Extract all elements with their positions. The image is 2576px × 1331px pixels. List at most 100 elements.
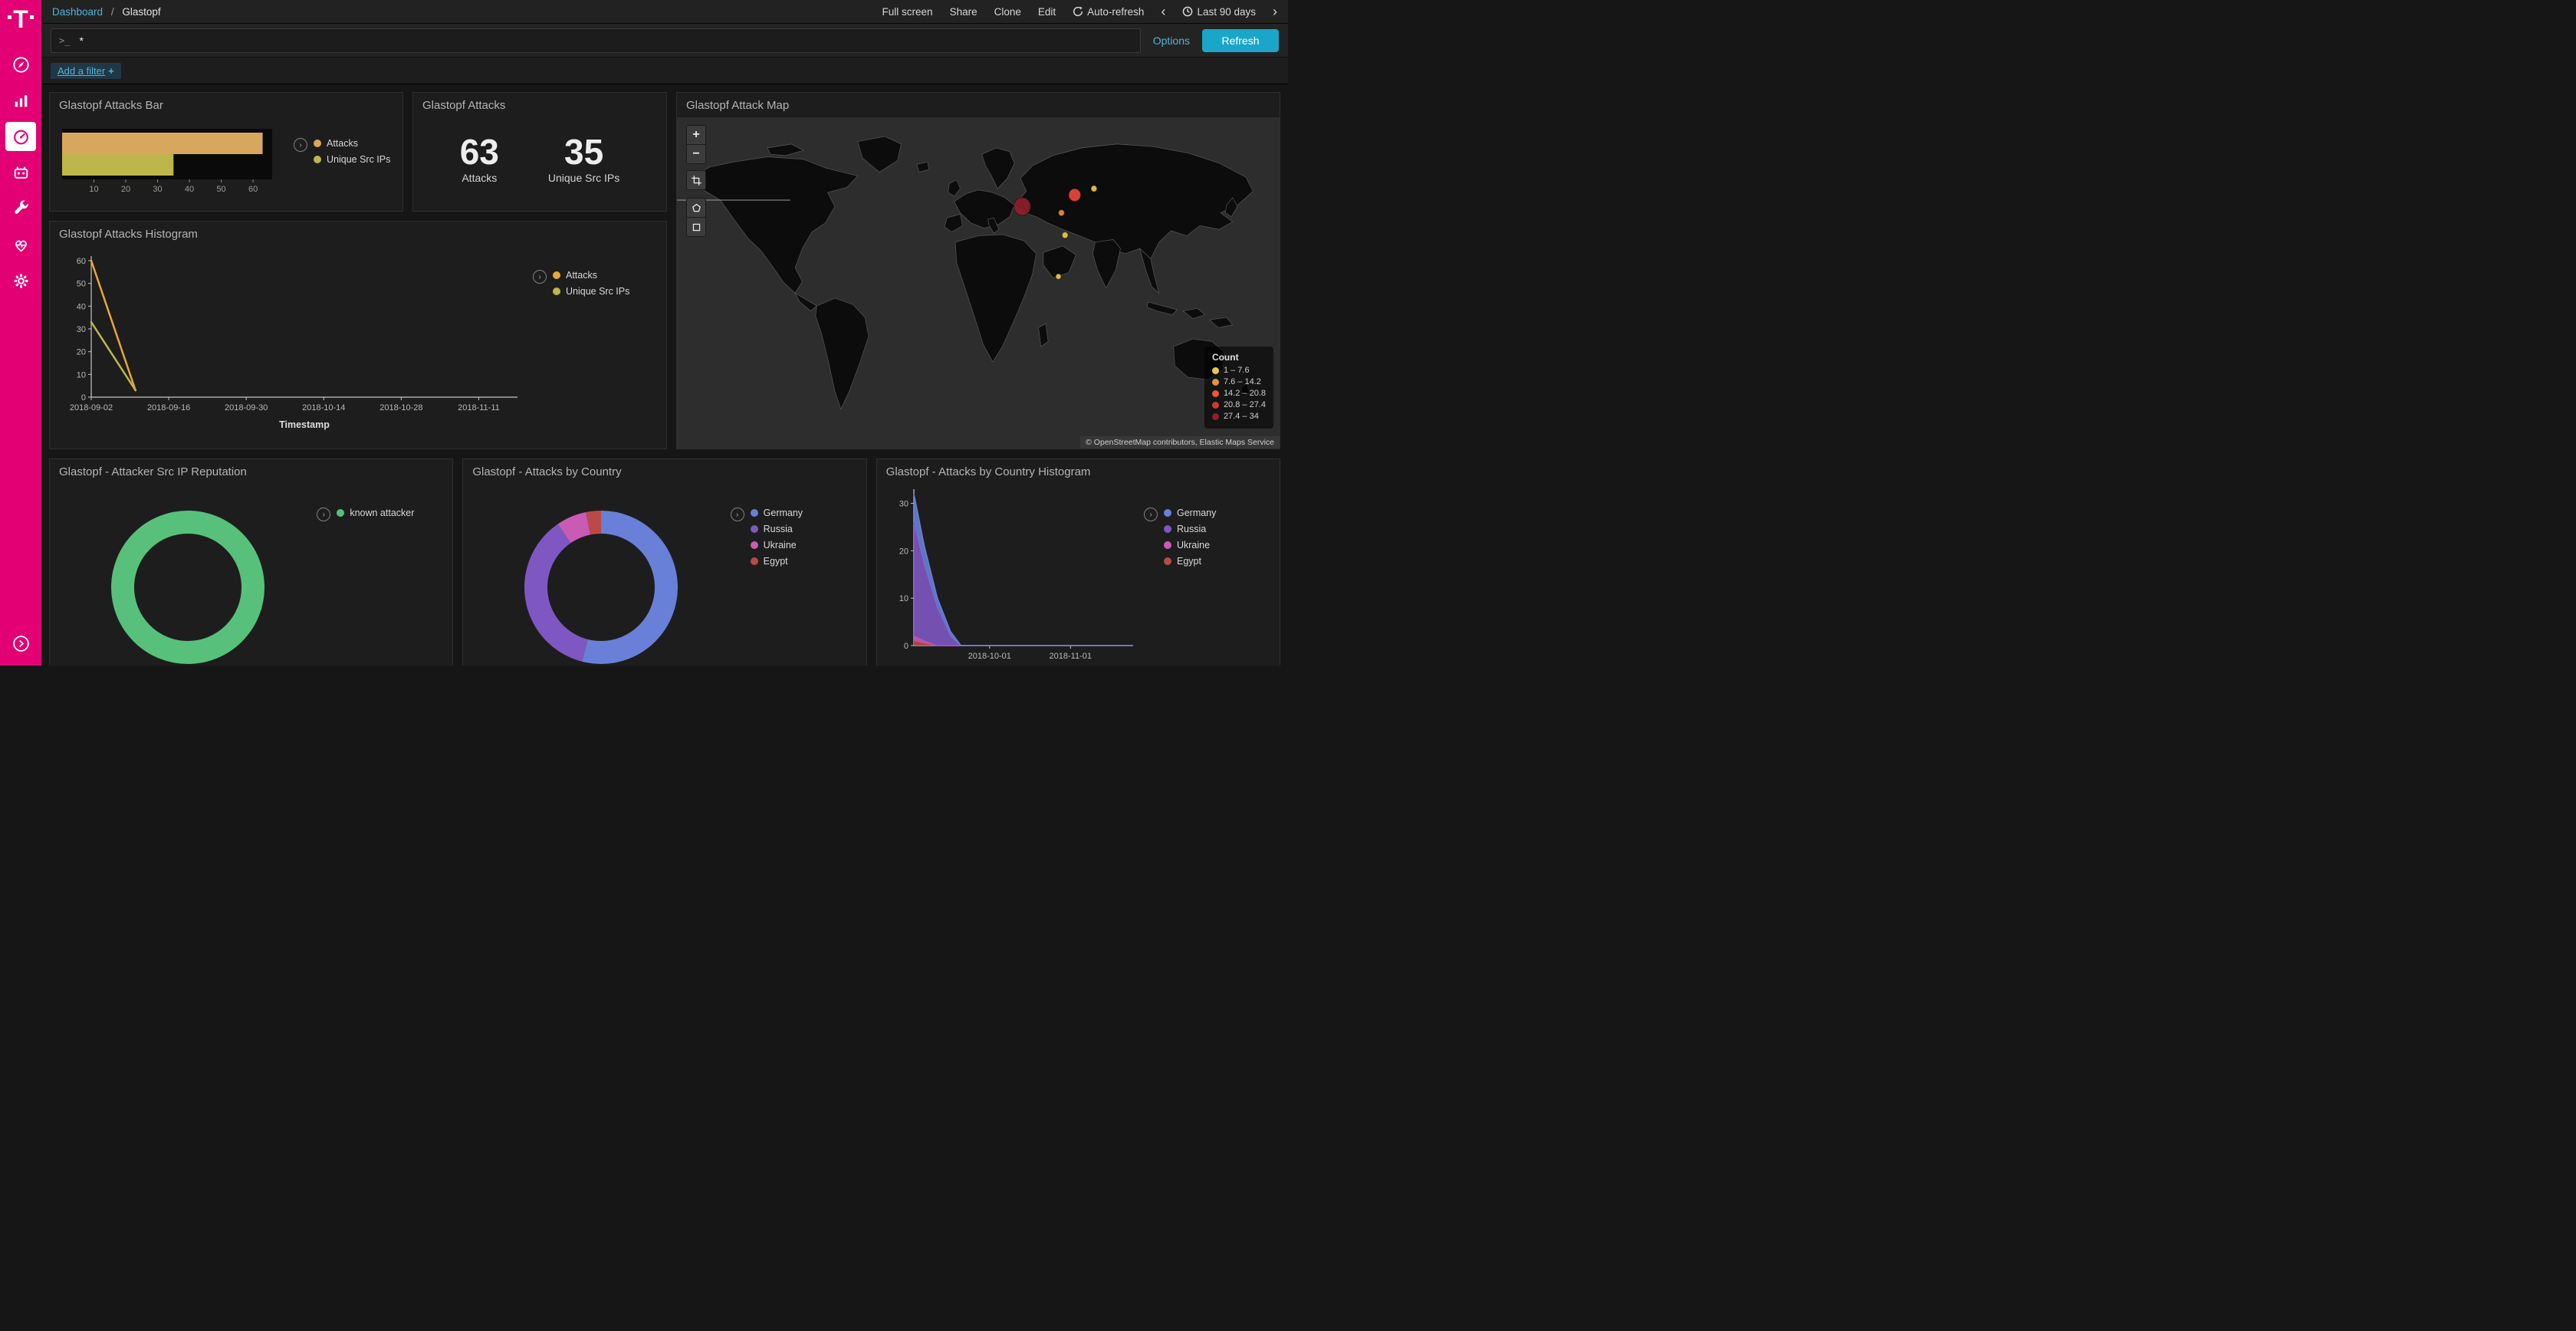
time-picker-button[interactable]: Last 90 days <box>1182 6 1256 18</box>
svg-text:60: 60 <box>77 257 86 266</box>
legend-toggle-icon[interactable]: › <box>731 508 744 521</box>
gauge-dashboard-icon <box>12 127 31 146</box>
sidebar-item-tpot[interactable] <box>5 158 36 187</box>
legend-item[interactable]: Ukraine <box>751 540 803 550</box>
svg-text:0: 0 <box>81 393 86 403</box>
legend-item: 7.6 – 14.2 <box>1212 377 1266 386</box>
query-bar: >_ * Options Refresh <box>41 24 1288 58</box>
breadcrumb-dashboard-link[interactable]: Dashboard <box>52 6 103 18</box>
panel-attacks-metric: Glastopf Attacks 63 Attacks 35 Unique Sr… <box>412 92 667 212</box>
legend-item[interactable]: Germany <box>1164 508 1216 518</box>
svg-text:50: 50 <box>77 280 86 289</box>
metric-label: Attacks <box>460 172 499 184</box>
dashboard-content: Glastopf Attacks Bar 102030405060 › Atta… <box>41 84 1288 666</box>
attacks-bar-chart[interactable]: 102030405060 <box>59 124 286 204</box>
time-prev-button[interactable]: ‹ <box>1161 6 1165 17</box>
map-zoom-out-button[interactable]: − <box>686 144 706 164</box>
panel-attacks-bar: Glastopf Attacks Bar 102030405060 › Atta… <box>49 92 403 212</box>
reputation-legend: › known attacker <box>317 508 443 524</box>
legend-item[interactable]: Attacks <box>314 138 390 149</box>
sidebar-item-visualize[interactable] <box>5 86 36 115</box>
bar-chart-icon <box>12 91 31 110</box>
refresh-cycle-icon <box>1073 6 1083 17</box>
query-value: * <box>79 35 83 47</box>
svg-text:2018-10-28: 2018-10-28 <box>380 403 422 412</box>
rectangle-icon <box>691 222 702 233</box>
top-navigation-bar: Dashboard / Glastopf Full screen Share C… <box>41 0 1288 24</box>
legend-item[interactable]: Unique Src IPs <box>314 154 390 165</box>
clock-icon <box>1182 6 1193 17</box>
panel-attacks-by-country: Glastopf - Attacks by Country › Germany … <box>462 458 866 666</box>
options-link[interactable]: Options <box>1153 35 1190 47</box>
breadcrumb-current: Glastopf <box>122 6 160 18</box>
app-root: T <box>0 0 1288 666</box>
country-donut-chart[interactable] <box>472 480 730 666</box>
auto-refresh-button[interactable]: Auto-refresh <box>1073 6 1144 18</box>
svg-text:Timestamp: Timestamp <box>279 419 330 430</box>
sidebar-item-management[interactable] <box>5 266 36 295</box>
logo-dot <box>30 15 34 19</box>
sidebar-item-dashboard[interactable] <box>5 122 36 151</box>
legend-color-dot <box>314 156 321 163</box>
legend-color-dot <box>1212 402 1219 409</box>
svg-text:40: 40 <box>77 302 86 311</box>
panel-title: Glastopf - Attacks by Country <box>463 459 866 480</box>
country-histogram-chart[interactable]: 01020302018-10-012018-11-01Timestamp <box>886 483 1144 666</box>
map-zoom-in-button[interactable]: + <box>686 125 706 145</box>
map-crop-button[interactable] <box>686 170 706 190</box>
legend-item[interactable]: Russia <box>1164 524 1216 534</box>
legend-toggle-icon[interactable]: › <box>317 508 330 521</box>
panel-attacks-by-country-histogram: Glastopf - Attacks by Country Histogram … <box>876 458 1280 666</box>
panel-title: Glastopf Attack Map <box>677 93 1280 113</box>
add-filter-link[interactable]: Add a filter+ <box>51 63 121 79</box>
attack-map[interactable]: + − <box>677 117 1280 449</box>
svg-text:10: 10 <box>89 185 98 194</box>
world-map[interactable] <box>677 117 1280 449</box>
legend-item[interactable]: Ukraine <box>1164 540 1216 550</box>
legend-color-dot <box>314 140 321 147</box>
query-input[interactable]: >_ * <box>51 28 1141 53</box>
fullscreen-button[interactable]: Full screen <box>882 6 933 18</box>
sidebar-item-devtools[interactable] <box>5 194 36 223</box>
legend-item[interactable]: Egypt <box>751 556 803 567</box>
edit-button[interactable]: Edit <box>1038 6 1056 18</box>
map-rectangle-button[interactable] <box>686 217 706 237</box>
metric-label: Unique Src IPs <box>548 172 619 184</box>
reputation-donut-chart[interactable] <box>59 480 317 666</box>
svg-text:10: 10 <box>77 370 86 380</box>
clone-button[interactable]: Clone <box>994 6 1021 18</box>
refresh-button[interactable]: Refresh <box>1202 29 1279 52</box>
svg-text:2018-09-02: 2018-09-02 <box>70 403 113 412</box>
legend-color-dot <box>337 509 344 517</box>
tmobile-logo[interactable]: T <box>6 8 35 43</box>
legend-item[interactable]: known attacker <box>337 508 414 518</box>
legend-item[interactable]: Russia <box>751 524 803 534</box>
legend-toggle-icon[interactable]: › <box>1144 508 1158 521</box>
sidebar-item-monitoring[interactable] <box>5 230 36 259</box>
panel-src-ip-reputation: Glastopf - Attacker Src IP Reputation › … <box>49 458 453 666</box>
svg-text:2018-10-01: 2018-10-01 <box>968 652 1010 661</box>
sidebar-item-discover[interactable] <box>5 50 36 79</box>
legend-item[interactable]: Egypt <box>1164 556 1216 567</box>
panel-title: Glastopf - Attacker Src IP Reputation <box>50 459 452 480</box>
time-next-button[interactable]: › <box>1273 6 1277 17</box>
legend-item[interactable]: Germany <box>751 508 803 518</box>
legend-toggle-icon[interactable]: › <box>294 138 307 152</box>
legend-item: 1 – 7.6 <box>1212 366 1266 375</box>
metric-value: 35 <box>548 133 619 170</box>
map-attribution[interactable]: © OpenStreetMap contributors, Elastic Ma… <box>1080 436 1280 449</box>
svg-text:2018-09-16: 2018-09-16 <box>147 403 190 412</box>
attacks-histogram-chart[interactable]: 01020304050602018-09-022018-09-162018-09… <box>59 248 528 432</box>
legend-item[interactable]: Unique Src IPs <box>553 286 629 297</box>
legend-toggle-icon[interactable]: › <box>533 270 547 284</box>
legend-color-dot <box>1212 390 1219 397</box>
legend-color-dot <box>1212 367 1219 374</box>
svg-text:2018-10-14: 2018-10-14 <box>302 403 345 412</box>
legend-color-dot <box>1212 379 1219 386</box>
legend-item[interactable]: Attacks <box>553 270 629 281</box>
share-button[interactable]: Share <box>950 6 978 18</box>
map-polygon-button[interactable] <box>686 198 706 218</box>
sidebar-collapse-button[interactable] <box>5 629 36 658</box>
svg-text:30: 30 <box>77 325 86 334</box>
legend-item: 14.2 – 20.8 <box>1212 389 1266 398</box>
